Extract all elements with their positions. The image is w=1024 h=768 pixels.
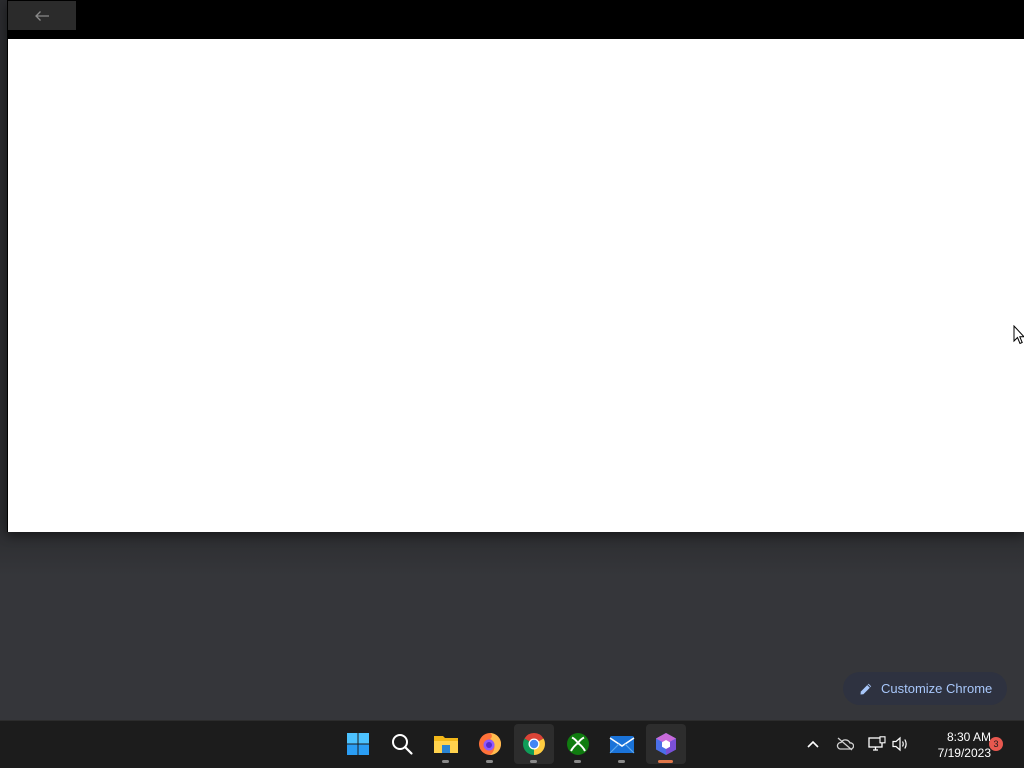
taskbar-chrome[interactable] (514, 724, 554, 764)
clock-time: 8:30 AM (946, 730, 991, 744)
clock-date: 7/19/2023 (937, 746, 991, 760)
running-indicator (618, 760, 625, 763)
windows-start-icon (347, 733, 369, 755)
tray-volume[interactable] (889, 733, 911, 755)
chrome-icon (523, 733, 545, 755)
onedrive-offline-icon (836, 737, 854, 751)
window-titlebar (7, 0, 1024, 38)
folder-icon (434, 736, 458, 753)
back-arrow-icon (35, 10, 49, 21)
running-indicator (486, 760, 493, 763)
running-indicator (530, 760, 537, 763)
network-icon (868, 736, 886, 751)
running-indicator (442, 760, 449, 763)
search-icon (392, 734, 413, 755)
tray-network[interactable] (866, 733, 888, 755)
taskbar-xbox[interactable] (558, 724, 598, 764)
customize-chrome-label: Customize Chrome (881, 681, 993, 696)
mail-icon (609, 736, 635, 754)
mouse-cursor-icon (1013, 325, 1024, 345)
pencil-icon (860, 683, 872, 694)
taskbar-mail[interactable] (602, 724, 642, 764)
taskbar-search-button[interactable] (382, 724, 422, 764)
running-indicator (574, 760, 581, 763)
cube-app-icon (656, 733, 676, 755)
taskbar-file-explorer[interactable] (426, 724, 466, 764)
taskbar-clock[interactable]: 8:30 AM 7/19/2023 (915, 729, 991, 761)
notification-badge[interactable]: 3 (989, 737, 1003, 751)
taskbar-firefox[interactable] (470, 724, 510, 764)
taskbar-start-button[interactable] (338, 724, 378, 764)
customize-chrome-button[interactable]: Customize Chrome (843, 672, 1007, 705)
tray-show-hidden-icons[interactable] (802, 733, 824, 755)
taskbar-focused-app[interactable] (646, 724, 686, 764)
chevron-up-icon (807, 740, 819, 748)
firefox-icon (479, 733, 501, 755)
back-button[interactable] (8, 1, 76, 30)
volume-icon (892, 736, 907, 752)
running-indicator-focused (658, 760, 673, 763)
taskbar: 8:30 AM 7/19/2023 3 (0, 720, 1024, 768)
app-window (7, 0, 1024, 532)
xbox-icon (567, 733, 589, 755)
app-content-area[interactable] (8, 39, 1024, 532)
tray-onedrive[interactable] (834, 733, 856, 755)
